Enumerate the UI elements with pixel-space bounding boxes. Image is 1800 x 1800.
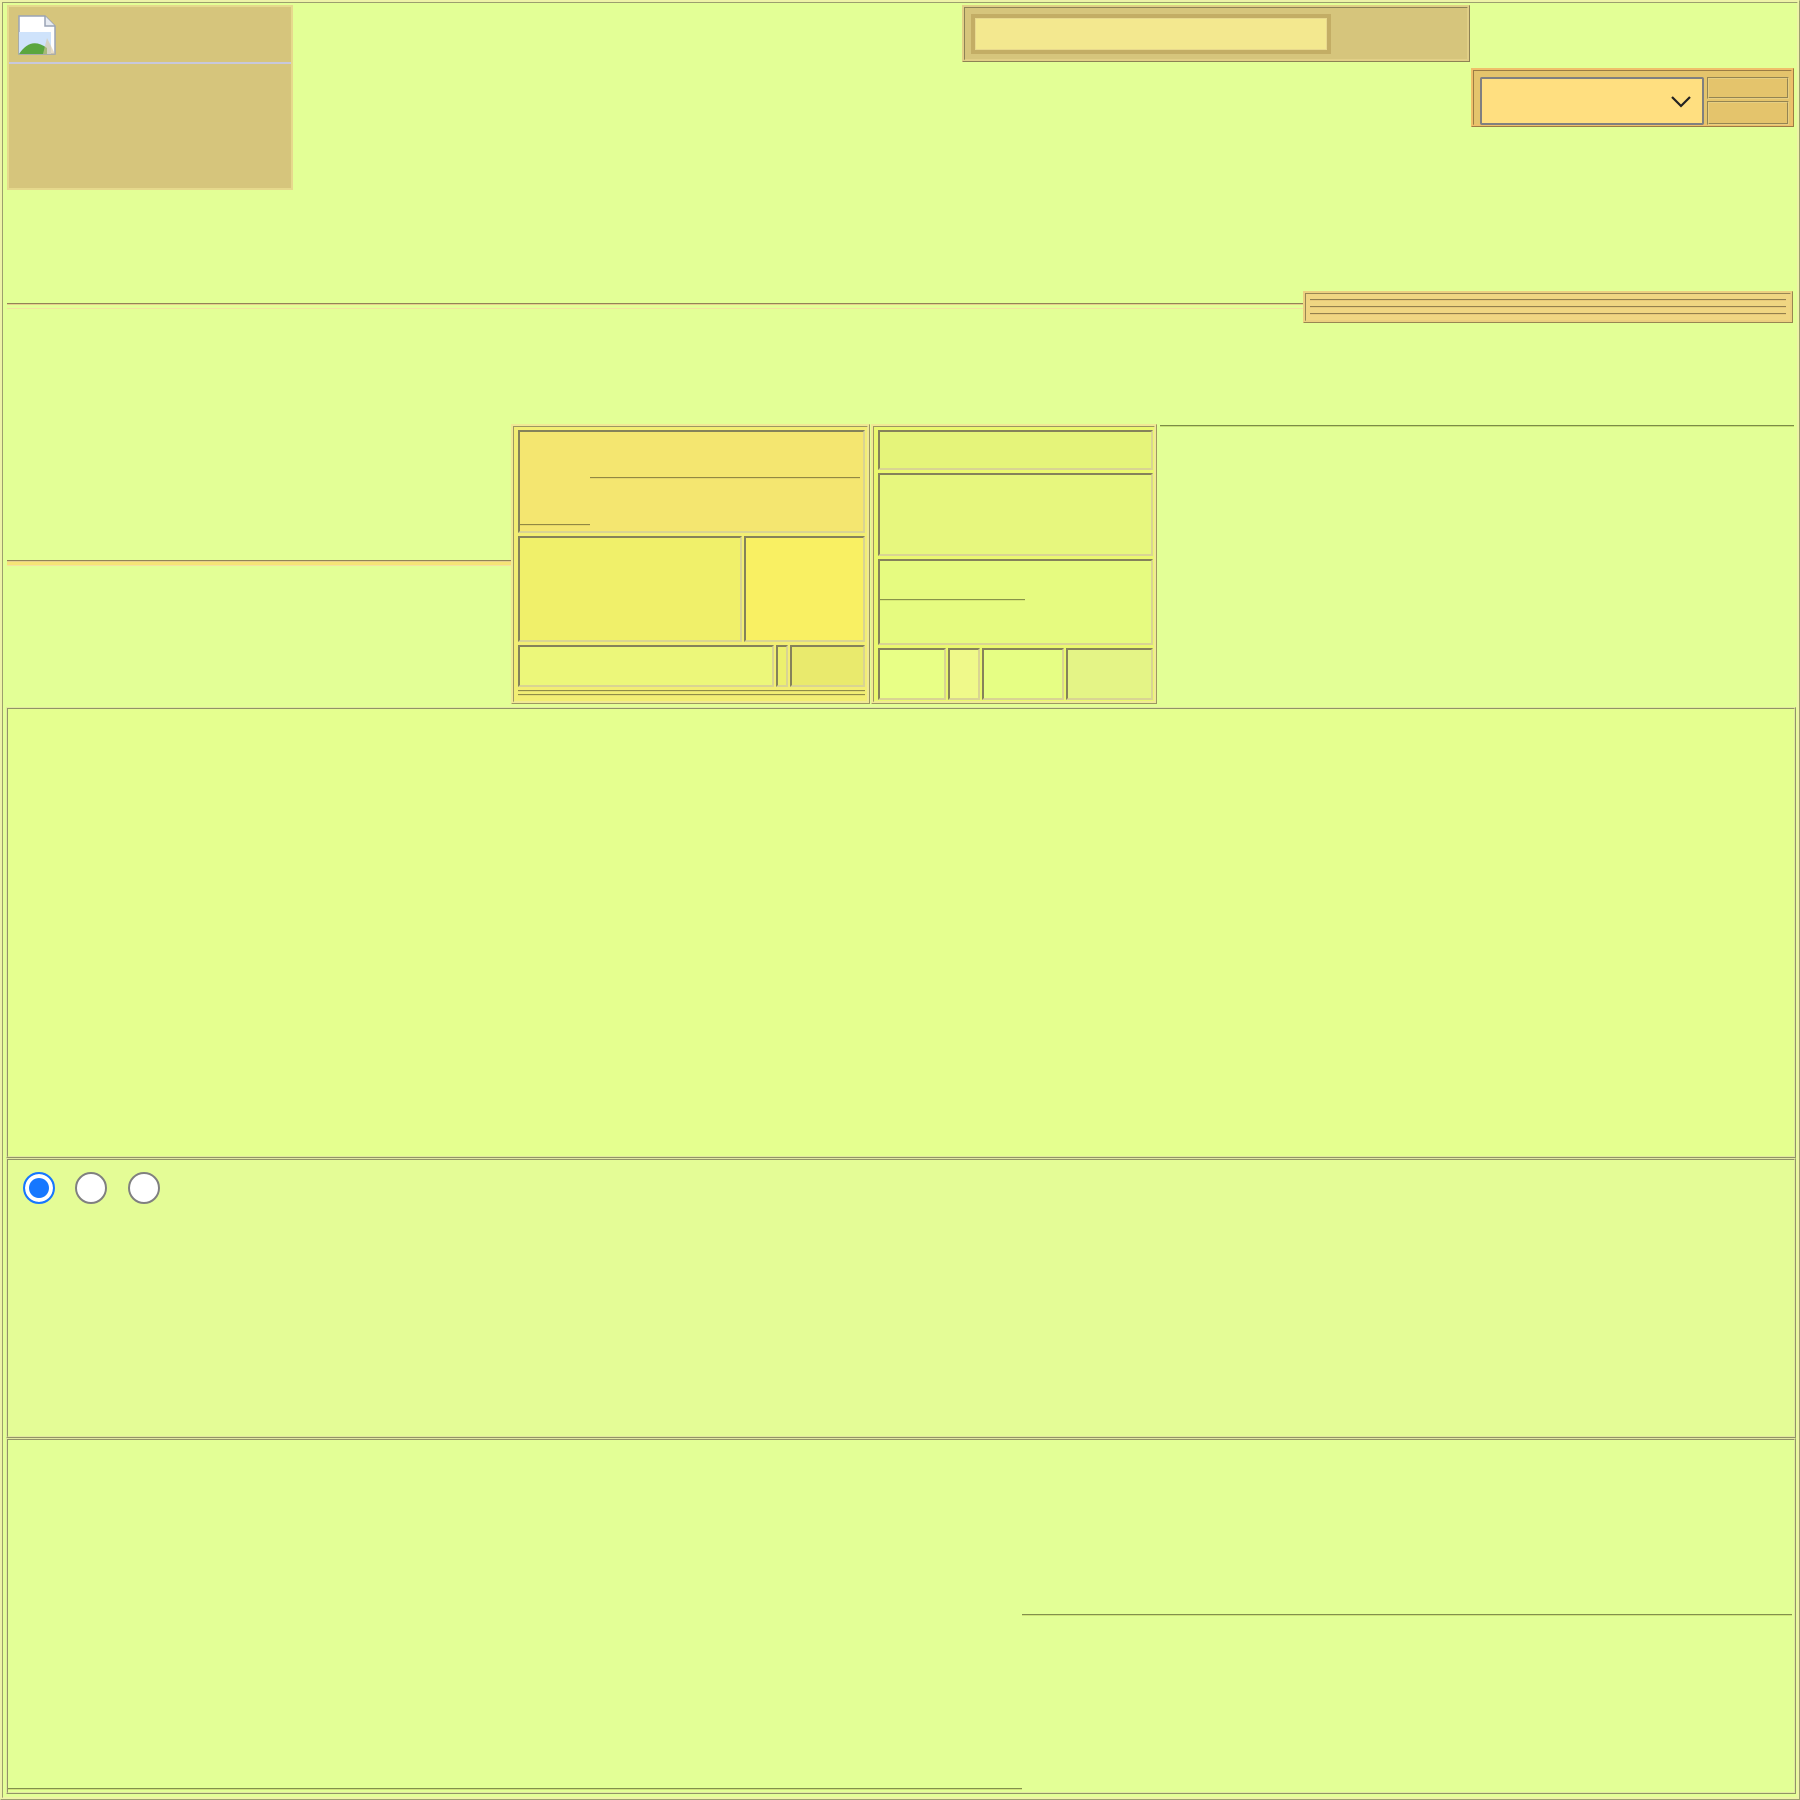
header-divider <box>7 303 1307 309</box>
chevron-down-icon <box>1670 93 1692 109</box>
mini-nav-line-1 <box>1310 299 1786 303</box>
card-a-top <box>518 430 865 533</box>
card-a-foot-line <box>518 690 865 696</box>
card-b-lower-line <box>880 599 1025 602</box>
section-divider <box>7 560 511 566</box>
category-select[interactable] <box>1480 77 1704 125</box>
card-b-cell-1 <box>878 648 946 700</box>
broken-image-icon <box>17 14 59 56</box>
radio-option-3[interactable] <box>128 1172 160 1204</box>
card-panel-b <box>871 424 1157 704</box>
radio-option-1[interactable] <box>23 1172 55 1204</box>
card-a-bottom-left <box>518 645 774 687</box>
card-a-top-line-2 <box>520 524 590 527</box>
card-b-cell-4 <box>1066 648 1153 700</box>
card-a-top-line <box>590 477 860 480</box>
card-b-lower <box>878 559 1153 645</box>
mini-nav <box>1303 291 1793 323</box>
bottom-section <box>6 1438 1796 1794</box>
card-b-cell-3 <box>982 648 1064 700</box>
search-input[interactable] <box>971 14 1331 54</box>
right-divider <box>1160 425 1794 429</box>
card-b-top <box>878 430 1153 470</box>
radio-option-2[interactable] <box>75 1172 107 1204</box>
card-panel-a <box>511 424 870 704</box>
bottom-right-line <box>1022 1614 1792 1618</box>
select-widget <box>1471 68 1794 127</box>
radio-section <box>6 1158 1796 1438</box>
select-side-top <box>1707 77 1789 99</box>
card-a-mid-right <box>744 536 865 642</box>
card-b-mid <box>878 473 1153 556</box>
bottom-left-line <box>8 1788 1022 1792</box>
logo-panel <box>7 5 293 190</box>
card-a-bottom-right <box>790 645 865 687</box>
card-a-mid-left <box>518 536 742 642</box>
mini-nav-line-3 <box>1310 313 1786 317</box>
card-b-cell-2 <box>948 648 980 700</box>
mini-nav-line-2 <box>1310 306 1786 310</box>
search-form <box>962 5 1470 62</box>
search-submit-button[interactable] <box>1335 14 1465 54</box>
card-a-bottom-mid <box>776 645 788 687</box>
main-content-area <box>6 707 1796 1158</box>
logo-panel-divider <box>9 62 291 64</box>
select-side-bottom <box>1707 101 1789 125</box>
